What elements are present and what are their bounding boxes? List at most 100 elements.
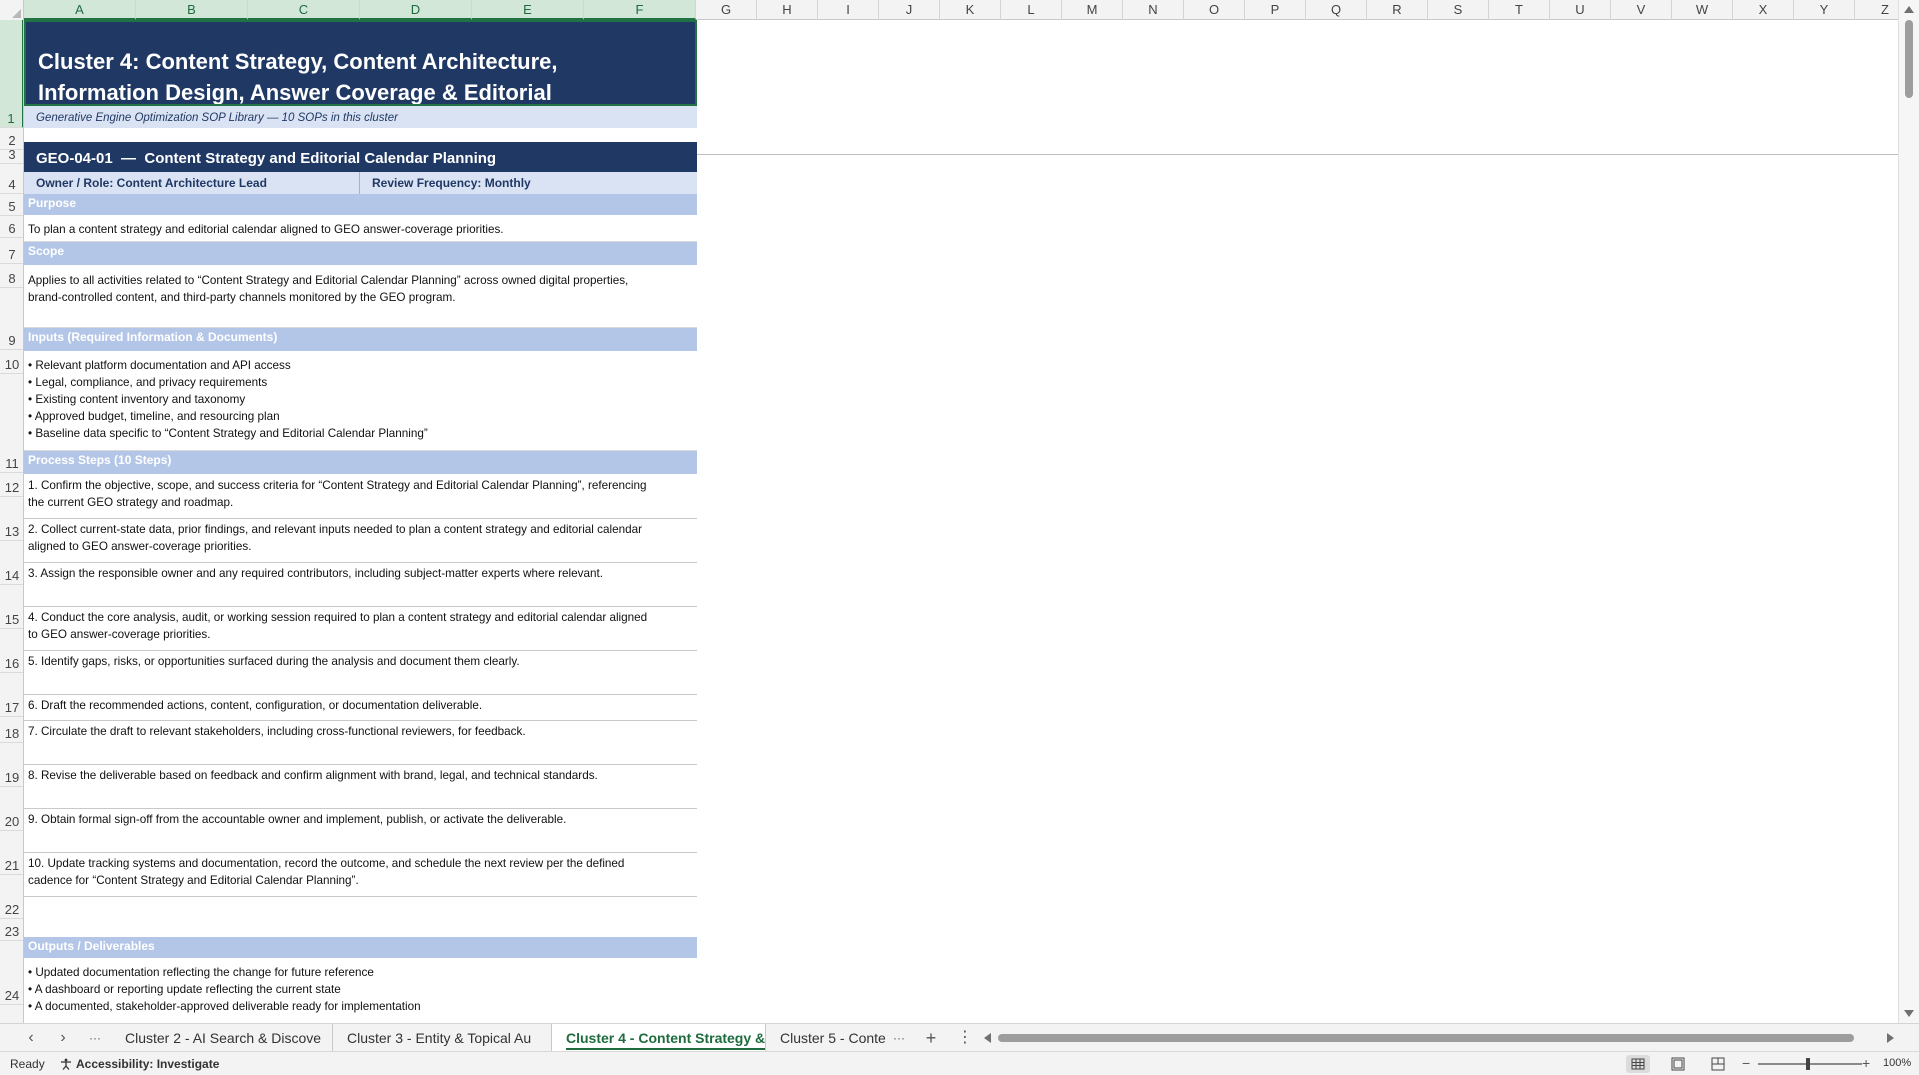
process-step[interactable]: 4. Conduct the core analysis, audit, or … xyxy=(24,607,697,651)
column-header[interactable]: L xyxy=(1001,0,1062,20)
column-header[interactable]: U xyxy=(1550,0,1611,20)
review-frequency-cell[interactable]: Review Frequency: Monthly xyxy=(360,172,697,194)
row-header[interactable]: 5 xyxy=(0,194,23,216)
outputs-section-header[interactable]: Outputs / Deliverables xyxy=(24,937,697,959)
column-header[interactable]: N xyxy=(1123,0,1184,20)
scroll-down-arrow-icon[interactable] xyxy=(1904,1010,1914,1017)
outputs-cell[interactable]: • Updated documentation reflecting the c… xyxy=(24,959,697,1023)
column-header[interactable]: Y xyxy=(1794,0,1855,20)
scroll-up-arrow-icon[interactable] xyxy=(1904,6,1914,13)
row-header[interactable]: 21 xyxy=(0,831,23,875)
inputs-section-header[interactable]: Inputs (Required Information & Documents… xyxy=(24,328,697,352)
column-header[interactable]: D xyxy=(360,0,472,20)
vertical-scroll-thumb[interactable] xyxy=(1905,20,1913,98)
tab-cluster-4[interactable]: Cluster 4 - Content Strategy & xyxy=(552,1024,766,1052)
row-header[interactable]: 20 xyxy=(0,787,23,831)
sop-header-cell[interactable]: GEO-04-01 — Content Strategy and Editori… xyxy=(24,142,697,172)
column-header[interactable]: X xyxy=(1733,0,1794,20)
tab-cluster-2[interactable]: Cluster 2 - AI Search & Discove xyxy=(111,1024,333,1052)
steps-section-header[interactable]: Process Steps (10 Steps) xyxy=(24,451,697,475)
process-step[interactable]: 8. Revise the deliverable based on feedb… xyxy=(24,765,697,809)
column-header[interactable]: W xyxy=(1672,0,1733,20)
purpose-section-header[interactable]: Purpose xyxy=(24,194,697,216)
column-header[interactable]: Q xyxy=(1306,0,1367,20)
zoom-slider-knob[interactable] xyxy=(1806,1058,1810,1070)
scroll-right-arrow-icon[interactable] xyxy=(1887,1033,1894,1043)
column-header[interactable]: K xyxy=(940,0,1001,20)
column-header[interactable]: M xyxy=(1062,0,1123,20)
row-header[interactable]: 1 xyxy=(0,20,23,128)
select-all-button[interactable] xyxy=(0,0,24,20)
scope-cell[interactable]: Applies to all activities related to “Co… xyxy=(24,266,697,328)
row-header[interactable]: 7 xyxy=(0,238,23,264)
row-header[interactable]: 9 xyxy=(0,288,23,350)
page-break-view-button[interactable] xyxy=(1706,1055,1730,1073)
sheet-options-icon[interactable]: ⋮ xyxy=(954,1024,976,1052)
cluster-subtitle-cell[interactable]: Generative Engine Optimization SOP Libra… xyxy=(24,106,697,128)
process-step[interactable]: 9. Obtain formal sign-off from the accou… xyxy=(24,809,697,853)
cluster-title-cell[interactable]: Cluster 4: Content Strategy, Content Arc… xyxy=(24,20,697,106)
process-step[interactable]: 1. Confirm the objective, scope, and suc… xyxy=(24,475,697,519)
process-step[interactable]: 3. Assign the responsible owner and any … xyxy=(24,563,697,607)
tab-cluster-3[interactable]: Cluster 3 - Entity & Topical Au xyxy=(333,1024,552,1052)
next-sheet-button[interactable]: › xyxy=(52,1024,74,1052)
row-header[interactable]: 24 xyxy=(0,941,23,1005)
process-step[interactable]: 6. Draft the recommended actions, conten… xyxy=(24,695,697,721)
row-header[interactable]: 17 xyxy=(0,673,23,717)
accessibility-button[interactable]: Accessibility: Investigate xyxy=(60,1057,219,1071)
row-header[interactable]: 13 xyxy=(0,497,23,541)
column-header[interactable]: H xyxy=(757,0,818,20)
tab-cluster-5[interactable]: Cluster 5 - Conte xyxy=(766,1024,888,1052)
row-header[interactable]: 23 xyxy=(0,919,23,941)
column-header[interactable]: R xyxy=(1367,0,1428,20)
row-header[interactable]: 11 xyxy=(0,374,23,473)
more-sheets-right-button[interactable]: ··· xyxy=(888,1024,910,1052)
row-header[interactable]: 3 xyxy=(0,147,23,164)
column-header[interactable]: E xyxy=(472,0,584,20)
column-header[interactable]: C xyxy=(248,0,360,20)
owner-role-cell[interactable]: Owner / Role: Content Architecture Lead xyxy=(24,172,360,194)
column-header[interactable]: O xyxy=(1184,0,1245,20)
zoom-in-button[interactable]: + xyxy=(1862,1055,1870,1071)
zoom-slider[interactable] xyxy=(1758,1063,1862,1065)
previous-sheet-button[interactable]: ‹ xyxy=(20,1024,42,1052)
process-step[interactable]: 7. Circulate the draft to relevant stake… xyxy=(24,721,697,765)
column-header[interactable]: J xyxy=(879,0,940,20)
inputs-cell[interactable]: • Relevant platform documentation and AP… xyxy=(24,352,697,451)
row-header[interactable]: 22 xyxy=(0,875,23,919)
row-header[interactable]: 6 xyxy=(0,216,23,238)
column-header[interactable]: G xyxy=(696,0,757,20)
more-sheets-left-button[interactable]: ··· xyxy=(84,1024,106,1052)
row-header[interactable]: 19 xyxy=(0,743,23,787)
column-header[interactable]: I xyxy=(818,0,879,20)
column-header[interactable]: F xyxy=(584,0,696,20)
row-header[interactable]: 16 xyxy=(0,629,23,673)
row-header[interactable]: 8 xyxy=(0,264,23,288)
add-sheet-button[interactable]: + xyxy=(920,1024,942,1052)
row-header[interactable]: 14 xyxy=(0,541,23,585)
row-header[interactable]: 15 xyxy=(0,585,23,629)
vertical-scrollbar[interactable] xyxy=(1898,0,1919,1023)
column-header[interactable]: V xyxy=(1611,0,1672,20)
column-header[interactable]: T xyxy=(1489,0,1550,20)
zoom-out-button[interactable]: − xyxy=(1742,1055,1750,1071)
horizontal-scroll-thumb[interactable] xyxy=(998,1034,1854,1042)
zoom-level[interactable]: 100% xyxy=(1883,1057,1911,1069)
row-header[interactable]: 18 xyxy=(0,717,23,743)
column-header[interactable]: A xyxy=(24,0,136,20)
column-header[interactable]: B xyxy=(136,0,248,20)
column-header[interactable]: S xyxy=(1428,0,1489,20)
normal-view-button[interactable] xyxy=(1626,1055,1650,1073)
purpose-cell[interactable]: To plan a content strategy and editorial… xyxy=(24,216,697,242)
worksheet-grid[interactable]: Cluster 4: Content Strategy, Content Arc… xyxy=(24,20,1898,1023)
row-header[interactable]: 12 xyxy=(0,473,23,497)
column-header[interactable]: P xyxy=(1245,0,1306,20)
process-step[interactable]: 2. Collect current-state data, prior fin… xyxy=(24,519,697,563)
process-step[interactable]: 5. Identify gaps, risks, or opportunitie… xyxy=(24,651,697,695)
row-header[interactable]: 4 xyxy=(0,164,23,194)
page-layout-view-button[interactable] xyxy=(1666,1055,1690,1073)
scroll-left-arrow-icon[interactable] xyxy=(984,1033,991,1043)
process-step[interactable]: 10. Update tracking systems and document… xyxy=(24,853,697,897)
row-header[interactable]: 10 xyxy=(0,350,23,374)
scope-section-header[interactable]: Scope xyxy=(24,242,697,266)
